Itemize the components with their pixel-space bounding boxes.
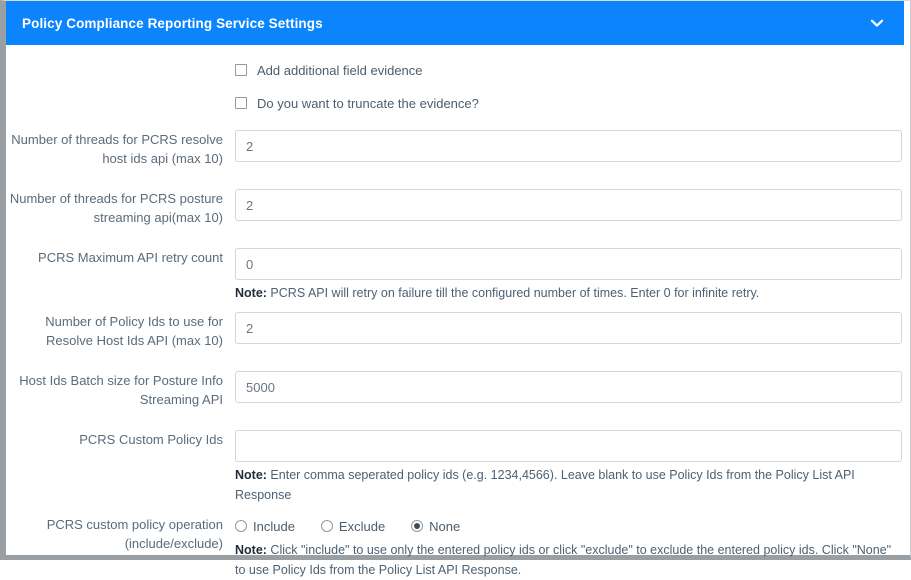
input-policy-ids-count[interactable] [235, 312, 902, 344]
input-threads-posture-streaming[interactable] [235, 189, 902, 221]
radio-option-none[interactable]: None [411, 517, 460, 536]
field-row-host-ids-batch-size: Host Ids Batch size for Posture Info Str… [6, 371, 910, 409]
settings-panel: Policy Compliance Reporting Service Sett… [0, 0, 911, 577]
radio-icon-include[interactable] [235, 520, 247, 532]
field-input-wrap [223, 312, 910, 344]
radio-label-none: None [429, 518, 461, 534]
note-prefix: Note: [235, 468, 267, 482]
field-input-wrap: Note: PCRS API will retry on failure til… [223, 248, 910, 303]
radio-option-include[interactable]: Include [235, 517, 295, 536]
field-row-max-api-retry-count: PCRS Maximum API retry count Note: PCRS … [6, 248, 910, 303]
field-label-threads-posture-streaming: Number of threads for PCRS posture strea… [9, 191, 223, 225]
radio-icon-none[interactable] [411, 520, 424, 532]
checkbox-field: Do you want to truncate the evidence? [223, 94, 910, 113]
input-host-ids-batch-size[interactable] [235, 371, 902, 403]
radio-icon-exclude[interactable] [320, 520, 333, 532]
settings-form: Add additional field evidence Do you wan… [6, 45, 910, 577]
note-prefix: Note: [235, 543, 267, 557]
radio-group-custom-policy-operation: Include Exclude None [235, 515, 902, 537]
field-input-wrap [223, 371, 910, 403]
note-text: Click "include" to use only the entered … [235, 543, 892, 577]
radio-field-wrap: Include Exclude None Note: Click "includ… [223, 515, 910, 580]
radio-label-exclude: Exclude [338, 518, 386, 534]
panel-header[interactable]: Policy Compliance Reporting Service Sett… [6, 1, 904, 45]
chevron-down-icon[interactable] [866, 12, 888, 34]
field-row-custom-policy-ids: PCRS Custom Policy Ids Note: Enter comma… [6, 430, 910, 505]
input-custom-policy-ids[interactable] [235, 430, 902, 462]
note-text: Enter comma seperated policy ids (e.g. 1… [235, 468, 855, 502]
field-label-max-api-retry-count: PCRS Maximum API retry count [38, 250, 223, 265]
field-label-threads-resolve-host-ids: Number of threads for PCRS resolve host … [11, 132, 223, 166]
checkbox-row-truncate-evidence: Do you want to truncate the evidence? [6, 87, 910, 119]
field-label-host-ids-batch-size: Host Ids Batch size for Posture Info Str… [19, 373, 223, 407]
field-row-threads-resolve-host-ids: Number of threads for PCRS resolve host … [6, 130, 910, 168]
input-max-api-retry-count[interactable] [235, 248, 902, 280]
checkbox-add-additional-field-evidence[interactable] [235, 64, 247, 76]
checkbox-label-add-additional-field-evidence: Add additional field evidence [257, 62, 423, 78]
field-row-policy-ids-count: Number of Policy Ids to use for Resolve … [6, 312, 910, 350]
field-input-wrap [223, 189, 910, 221]
checkbox-label-truncate-evidence: Do you want to truncate the evidence? [257, 95, 479, 111]
radio-label-include: Include [253, 518, 295, 534]
field-label-custom-policy-ids: PCRS Custom Policy Ids [79, 432, 223, 447]
note-custom-policy-ids: Note: Enter comma seperated policy ids (… [235, 462, 902, 505]
page-title: Policy Compliance Reporting Service Sett… [22, 15, 323, 31]
note-prefix: Note: [235, 286, 267, 300]
field-input-wrap: Note: Enter comma seperated policy ids (… [223, 430, 910, 505]
note-text: PCRS API will retry on failure till the … [266, 286, 760, 300]
field-row-custom-policy-operation: PCRS custom policy operation (include/ex… [6, 515, 910, 580]
note-custom-policy-operation: Note: Click "include" to use only the en… [235, 537, 902, 580]
field-label-custom-policy-operation: PCRS custom policy operation (include/ex… [46, 517, 223, 551]
checkbox-field: Add additional field evidence [223, 61, 910, 80]
field-label-policy-ids-count: Number of Policy Ids to use for Resolve … [45, 314, 223, 348]
field-row-threads-posture-streaming: Number of threads for PCRS posture strea… [6, 189, 910, 227]
input-threads-resolve-host-ids[interactable] [235, 130, 902, 162]
radio-option-exclude[interactable]: Exclude [320, 517, 386, 536]
note-max-api-retry-count: Note: PCRS API will retry on failure til… [235, 280, 902, 303]
checkbox-row-add-additional-field-evidence: Add additional field evidence [6, 54, 910, 86]
field-input-wrap [223, 130, 910, 162]
checkbox-truncate-evidence[interactable] [235, 97, 247, 109]
